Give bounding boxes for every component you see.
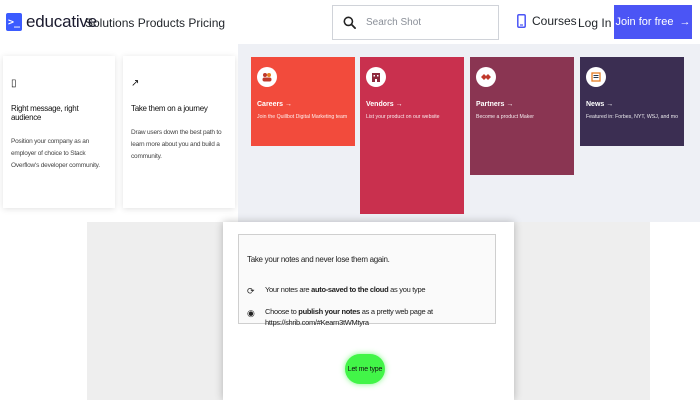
courses-link[interactable]: Courses — [517, 14, 577, 28]
news-card[interactable]: News → Featured in: Forbes, NYT, WSJ, an… — [580, 57, 684, 146]
notes-title: Take your notes and never lose them agai… — [247, 255, 390, 264]
people-icon — [257, 67, 277, 87]
card-title: News → — [586, 101, 614, 108]
bullet-text-post: as a pretty web page at — [359, 307, 433, 316]
publish-url: https://shrib.com/#Kearn3tWMtyra — [265, 317, 369, 327]
info-card-journey: ↗ Take them on a journey Draw users down… — [123, 56, 235, 208]
bullet-text-pre: Choose to — [265, 307, 299, 316]
info-card-title: Right message, right audience — [11, 104, 79, 122]
bullet-text: Choose to publish your notes as a pretty… — [265, 307, 433, 329]
info-card-title: Take them on a journey — [131, 104, 208, 113]
courses-label: Courses — [532, 14, 577, 28]
bullet-publish: ◉ Choose to publish your notes as a pret… — [247, 307, 433, 329]
bookmark-icon: ▯ — [11, 78, 17, 89]
top-nav-bar: >_ educative Solutions Products Pricing … — [0, 0, 700, 44]
card-subtitle: Become a product Maker — [476, 114, 534, 120]
join-label: Join for free — [615, 16, 674, 28]
info-card-body: Position your company as an employer of … — [11, 138, 100, 170]
tablet-icon — [517, 14, 526, 28]
vendors-card[interactable]: Vendors → List your product on our websi… — [360, 57, 464, 214]
card-title: Partners → — [476, 101, 514, 108]
handshake-icon — [476, 67, 496, 87]
arrow-up-right-icon: ↗ — [131, 78, 140, 89]
card-subtitle: List your product on our website — [366, 114, 440, 120]
card-subtitle: Featured in: Forbes, NYT, WSJ, and more — [586, 114, 678, 120]
globe-icon: ◉ — [247, 308, 255, 318]
bullet-text-post: as you type — [388, 285, 426, 294]
bullet-text-bold: auto-saved to the cloud — [311, 285, 389, 294]
card-title: Vendors → — [366, 101, 403, 108]
logo-mark: >_ — [6, 13, 22, 31]
careers-card[interactable]: Careers → Join the Quillbot Digital Mark… — [251, 57, 355, 146]
partners-card[interactable]: Partners → Become a product Maker — [470, 57, 574, 175]
nav-links[interactable]: Solutions Products Pricing — [85, 16, 225, 30]
color-cards-section: Careers → Join the Quillbot Digital Mark… — [238, 44, 700, 222]
building-icon — [366, 67, 386, 87]
bullet-text-pre: Your notes are — [265, 285, 312, 294]
login-link[interactable]: Log In — [578, 16, 611, 30]
card-title: Careers → — [257, 101, 293, 108]
bullet-autosave: ⟳ Your notes are auto-saved to the cloud… — [247, 285, 426, 298]
arrow-right-icon: → — [679, 16, 691, 28]
search-input[interactable] — [366, 17, 486, 28]
info-card-body: Draw users down the best path to learn m… — [131, 129, 222, 161]
bullet-text: Your notes are auto-saved to the cloud a… — [265, 285, 426, 298]
educative-logo[interactable]: >_ educative — [6, 12, 97, 32]
bullet-text-bold: publish your notes — [298, 307, 360, 316]
newspaper-icon — [586, 67, 606, 87]
card-subtitle: Join the Quillbot Digital Marketing team… — [257, 114, 349, 120]
notes-textarea[interactable]: Take your notes and never lose them agai… — [238, 234, 496, 327]
info-cards-section: ▯ Right message, right audience Position… — [0, 44, 238, 222]
refresh-icon: ⟳ — [247, 286, 255, 296]
let-me-type-button[interactable]: Let me type — [345, 354, 385, 384]
join-for-free-button[interactable]: Join for free → — [614, 5, 692, 39]
search-bar[interactable] — [332, 5, 499, 40]
search-icon — [343, 16, 356, 29]
info-card-audience: ▯ Right message, right audience Position… — [3, 56, 115, 208]
